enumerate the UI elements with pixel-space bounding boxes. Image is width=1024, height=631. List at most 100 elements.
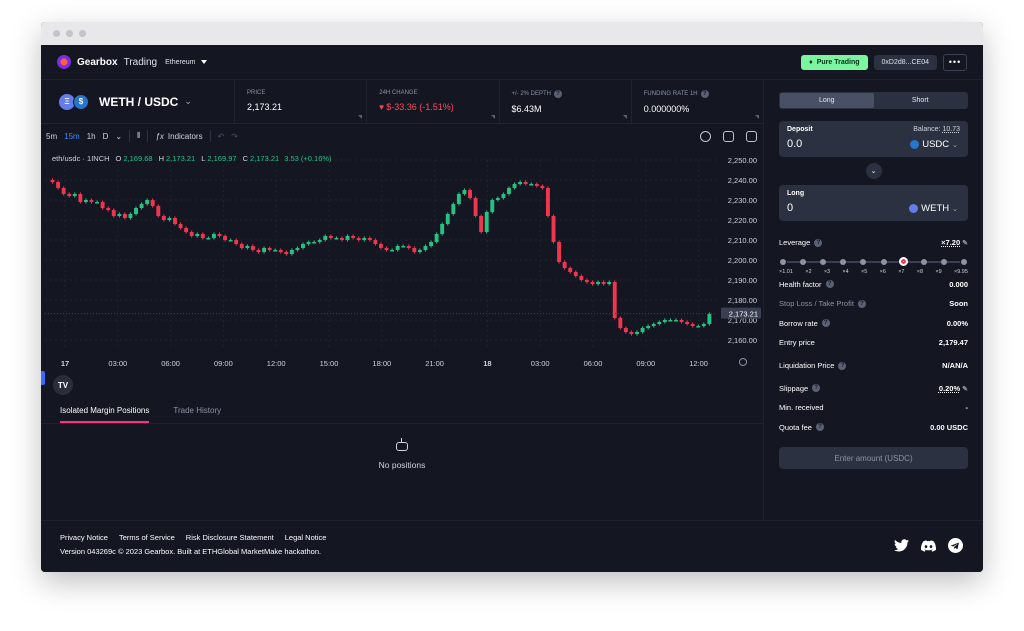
interval-15m[interactable]: 15m <box>64 132 80 141</box>
candle <box>640 328 645 332</box>
help-icon[interactable]: ? <box>814 238 823 247</box>
leverage-slider[interactable] <box>780 255 967 275</box>
camera-icon[interactable] <box>746 130 757 142</box>
leverage-value[interactable]: ×7.20 ✎ <box>941 238 968 247</box>
slider-thumb[interactable] <box>898 257 908 266</box>
help-icon[interactable]: ? <box>554 90 563 98</box>
candle <box>228 240 233 242</box>
window-dot[interactable] <box>79 30 86 37</box>
long-tab[interactable]: Long <box>780 93 874 108</box>
window-dot[interactable] <box>66 30 73 37</box>
footer-link-terms[interactable]: Terms of Service <box>119 533 175 542</box>
slider-mark[interactable] <box>800 258 807 265</box>
brand-logo[interactable]: Gearbox Trading <box>57 55 157 69</box>
window-dot[interactable] <box>53 30 60 37</box>
candle <box>379 244 383 248</box>
candle <box>200 234 205 238</box>
liquidation-label: Liquidation Price <box>779 361 835 370</box>
footer-link-legal[interactable]: Legal Notice <box>285 533 327 542</box>
x-tick-label: 15:00 <box>320 359 339 368</box>
footer-link-risk[interactable]: Risk Disclosure Statement <box>186 533 274 542</box>
pair-selector[interactable]: Ξ $ WETH / USDC ⌄ <box>41 80 235 123</box>
help-icon[interactable]: ? <box>857 299 866 308</box>
discord-icon[interactable] <box>921 538 936 553</box>
undo-icon[interactable]: ↶ <box>218 132 225 141</box>
stat-value: 2,173.21 <box>247 102 283 112</box>
swap-direction-button[interactable]: ⌄ <box>865 163 882 179</box>
chevron-down-icon[interactable]: ⌄ <box>115 132 122 141</box>
borrow-value: 0.00% <box>946 318 968 328</box>
slider-mark[interactable] <box>840 258 847 265</box>
twitter-icon[interactable] <box>894 538 909 553</box>
help-icon[interactable]: ? <box>700 90 709 98</box>
price-chart[interactable]: 2,250.00 2,240.00 2,230.00 2,220.00 2,210.00… <box>41 148 763 368</box>
candle <box>417 250 422 252</box>
interval-1d[interactable]: D <box>103 132 109 141</box>
ohlc-low: 2,169.97 <box>207 154 237 163</box>
more-menu-button[interactable]: ••• <box>943 53 967 71</box>
tradingview-logo-icon[interactable]: TV <box>53 375 73 395</box>
help-icon[interactable]: ? <box>815 423 824 432</box>
x-tick-label: 12:00 <box>689 359 708 368</box>
candle <box>651 324 656 326</box>
footer-link-privacy[interactable]: Privacy Notice <box>60 533 108 542</box>
chart-side-handle[interactable] <box>41 371 45 385</box>
candle-type-icon[interactable]: ⫴ <box>137 131 140 141</box>
indicators-button[interactable]: ƒx Indicators <box>155 132 202 141</box>
footer-version: Version 043269c © 2023 Gearbox. Built at… <box>60 547 322 556</box>
long-token-selector[interactable]: WETH ⌄ <box>909 203 958 214</box>
slider-mark[interactable] <box>860 258 867 265</box>
help-icon[interactable]: ? <box>812 384 821 393</box>
settings-gear-icon[interactable] <box>700 130 711 142</box>
candle <box>195 234 200 236</box>
candle <box>78 194 83 202</box>
slider-mark[interactable] <box>961 258 967 265</box>
health-row: Health factor? 0.000 <box>779 275 968 295</box>
interval-1h[interactable]: 1h <box>87 132 96 141</box>
x-tick-label: 21:00 <box>425 359 444 368</box>
candle <box>239 244 244 248</box>
candle <box>429 242 433 246</box>
candle <box>301 244 305 248</box>
borrow-row: Borrow rate? 0.00% <box>779 314 968 334</box>
tab-trade-history[interactable]: Trade History <box>173 406 221 423</box>
x-tick-label: 18:00 <box>372 359 391 368</box>
help-icon[interactable]: ? <box>838 361 847 370</box>
slider-mark[interactable] <box>780 258 786 265</box>
balance[interactable]: Balance: 10.73 <box>913 126 960 133</box>
interval-5m[interactable]: 5m <box>46 132 57 141</box>
slider-mark[interactable] <box>820 258 827 265</box>
pure-trading-button[interactable]: ♦ Pure Trading <box>801 54 868 70</box>
candle <box>390 250 395 252</box>
short-tab[interactable]: Short <box>874 93 968 108</box>
slider-mark[interactable] <box>880 258 887 265</box>
chevron-down-icon <box>201 60 208 64</box>
candle <box>345 236 350 240</box>
wallet-address-button[interactable]: 0xD2d8...CE04 <box>873 54 937 70</box>
slider-mark[interactable] <box>940 258 947 265</box>
telegram-icon[interactable] <box>948 538 963 553</box>
help-icon[interactable]: ? <box>821 319 830 328</box>
fullscreen-icon[interactable] <box>723 130 734 142</box>
enter-amount-button[interactable]: Enter amount (USDC) <box>779 447 968 469</box>
slider-track <box>787 260 960 263</box>
network-selector[interactable]: Ethereum <box>165 59 208 66</box>
liquidation-sub: N/A <box>955 361 968 370</box>
slider-mark[interactable] <box>920 258 927 265</box>
tab-isolated-positions[interactable]: Isolated Margin Positions <box>60 406 150 423</box>
deposit-token-selector[interactable]: USDC ⌄ <box>910 139 958 150</box>
redo-icon[interactable]: ↷ <box>231 132 238 141</box>
y-tick-label: 2,220.00 <box>728 216 757 225</box>
ohlc-legend: eth/usdc · 1INCH O 2,169.68 H 2,173.21 L 2,… <box>52 154 332 163</box>
left-column: Ξ $ WETH / USDC ⌄ PRICE 2,173.21 24H CHA… <box>41 80 763 520</box>
candle <box>468 190 472 198</box>
help-icon[interactable]: ? <box>825 280 834 289</box>
ohlc-high: 2,173.21 <box>166 154 196 163</box>
app-root: Gearbox Trading Ethereum ♦ Pure Trading … <box>41 45 983 572</box>
slippage-value[interactable]: 0.20% ✎ <box>939 384 968 393</box>
candle <box>646 326 651 328</box>
candle <box>212 234 216 238</box>
x-tick-label: 03:00 <box>108 359 127 368</box>
stat-label: PRICE <box>247 90 266 96</box>
candle <box>523 182 528 184</box>
